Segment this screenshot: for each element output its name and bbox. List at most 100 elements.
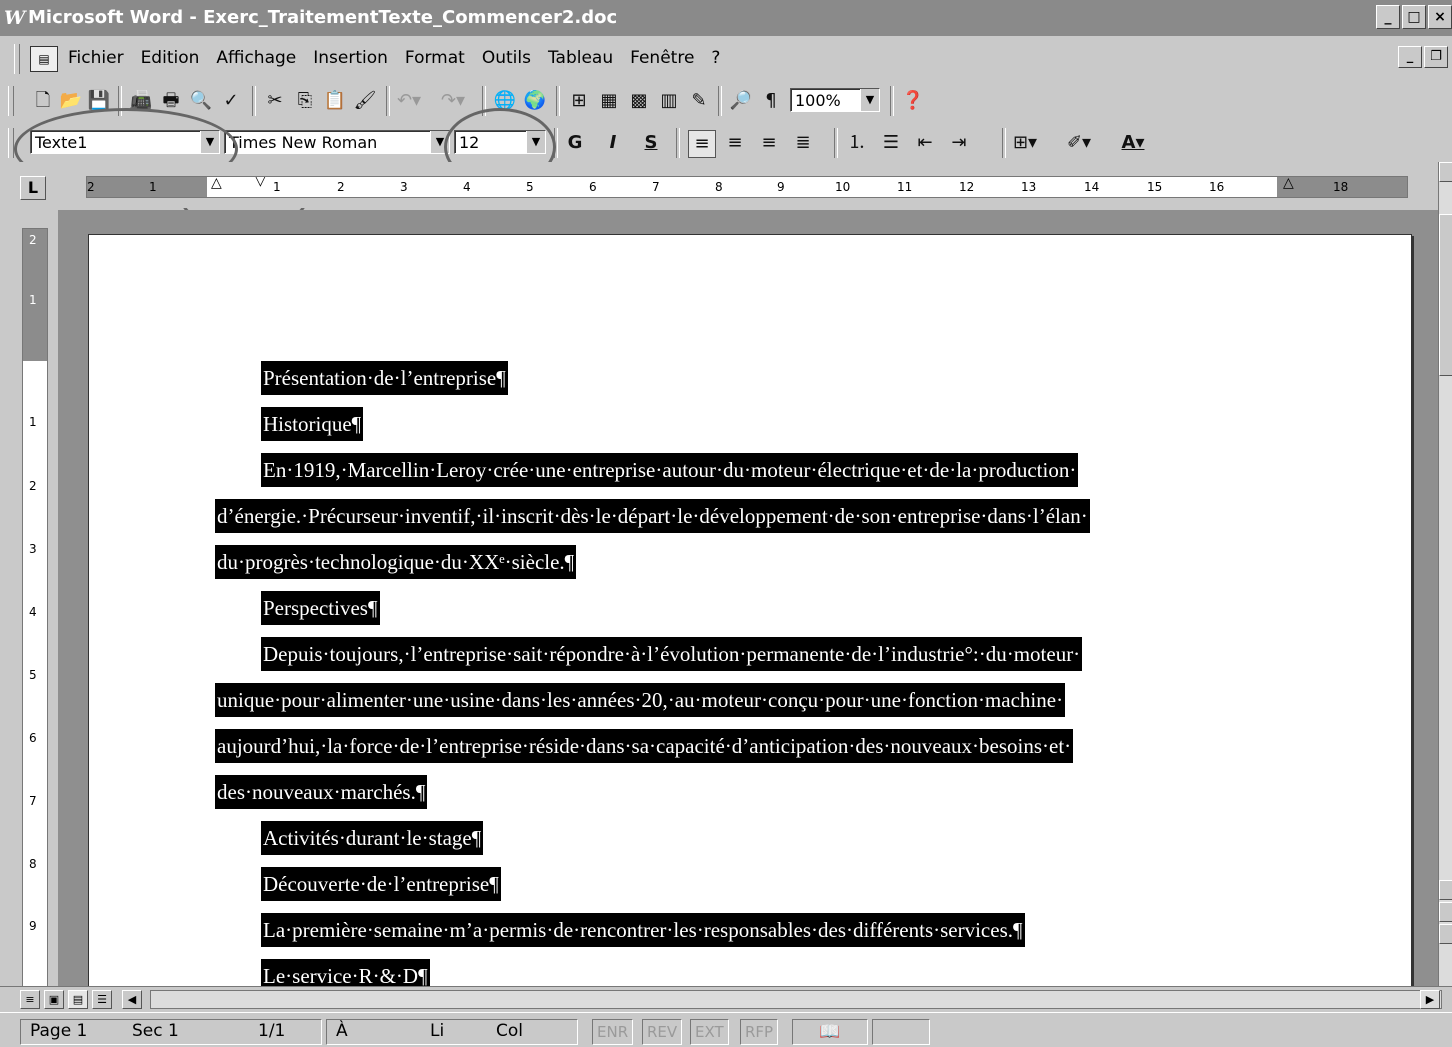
scroll-left-button[interactable]: ◀	[122, 990, 142, 1009]
scroll-up-button[interactable]	[1439, 162, 1452, 182]
selected-text[interactable]: d’énergie.·Précurseur·inventif,·il·inscr…	[215, 499, 1090, 533]
copy-icon[interactable]: ⎘	[292, 88, 318, 114]
bold-button[interactable]: G	[562, 130, 588, 156]
selected-text[interactable]: Découverte·de·l’entreprise¶	[261, 867, 501, 901]
align-center-icon[interactable]: ≡	[722, 130, 748, 156]
paragraph[interactable]: En·1919,·Marcellin·Leroy·crée·une·entrep…	[261, 453, 1079, 487]
chevron-down-icon[interactable]: ▼	[200, 131, 219, 153]
selected-text[interactable]: Historique¶	[261, 407, 364, 441]
tab-selector[interactable]: L	[20, 176, 46, 200]
close-button[interactable]: ×	[1428, 5, 1452, 29]
horizontal-scrollbar[interactable]	[150, 990, 1442, 1009]
underline-button[interactable]: S	[638, 130, 664, 156]
fax-icon[interactable]: 📠	[128, 88, 154, 114]
hyperlink-icon[interactable]: 🌐	[492, 88, 518, 114]
scroll-thumb[interactable]	[1439, 214, 1452, 376]
align-right-icon[interactable]: ≡	[756, 130, 782, 156]
status-rev[interactable]: REV	[642, 1019, 683, 1045]
hanging-indent-marker[interactable]: △	[211, 177, 222, 193]
toolbar-grip[interactable]	[8, 128, 14, 158]
borders-icon[interactable]: ⊞▾	[1012, 130, 1038, 156]
print-layout-icon[interactable]: ▤	[68, 990, 88, 1009]
paragraph[interactable]: d’énergie.·Précurseur·inventif,·il·inscr…	[215, 499, 1090, 533]
print-preview-icon[interactable]: 🔍	[188, 88, 214, 114]
paragraph[interactable]: Le·service·R·&·D¶	[261, 959, 430, 986]
web-toolbar-icon[interactable]: 🌍	[522, 88, 548, 114]
font-select[interactable]: Times New Roman ▼	[224, 130, 450, 154]
align-left-icon[interactable]: ≡	[688, 130, 716, 158]
redo-icon[interactable]: ↷▾	[440, 88, 466, 114]
doc-minimize-button[interactable]: _	[1398, 46, 1422, 68]
spelling-status-icon[interactable]: 📖	[792, 1019, 868, 1045]
paragraph[interactable]: Découverte·de·l’entreprise¶	[261, 867, 501, 901]
spelling-icon[interactable]: ✓	[218, 88, 244, 114]
font-size-select[interactable]: 12 ▼	[454, 130, 546, 154]
menu-insertion[interactable]: Insertion	[313, 48, 388, 68]
selected-text[interactable]: En·1919,·Marcellin·Leroy·crée·une·entrep…	[261, 453, 1079, 487]
paragraph[interactable]: Présentation·de·l’entreprise¶	[261, 361, 508, 395]
menu-outils[interactable]: Outils	[482, 48, 531, 68]
selected-text[interactable]: unique·pour·alimenter·une·usine·dans·les…	[215, 683, 1066, 717]
scroll-right-button[interactable]: ▶	[1420, 990, 1440, 1009]
selected-text[interactable]: Présentation·de·l’entreprise¶	[261, 361, 508, 395]
open-folder-icon[interactable]: 📂	[58, 88, 84, 114]
italic-button[interactable]: I	[600, 130, 626, 156]
show-formatting-icon[interactable]: ¶	[758, 88, 784, 114]
font-color-icon[interactable]: A▾	[1120, 130, 1146, 156]
insert-table-icon[interactable]: ▦	[596, 88, 622, 114]
zoom-select[interactable]: 100% ▼	[790, 88, 880, 112]
previous-page-button[interactable]	[1439, 880, 1452, 900]
paragraph[interactable]: unique·pour·alimenter·une·usine·dans·les…	[215, 683, 1066, 717]
menu-tableau[interactable]: Tableau	[548, 48, 613, 68]
status-rfp[interactable]: RFP	[740, 1019, 779, 1045]
paragraph[interactable]: La·première·semaine·m’a·permis·de·rencon…	[261, 913, 1025, 947]
selected-text[interactable]: La·première·semaine·m’a·permis·de·rencon…	[261, 913, 1025, 947]
paragraph[interactable]: Depuis·toujours,·l’entreprise·sait·répon…	[261, 637, 1083, 671]
selected-text[interactable]: Depuis·toujours,·l’entreprise·sait·répon…	[261, 637, 1083, 671]
document-icon[interactable]: ▤	[30, 46, 58, 72]
numbering-icon[interactable]: ⒈	[844, 130, 870, 156]
selected-text[interactable]: Perspectives¶	[261, 591, 380, 625]
normal-view-icon[interactable]: ≡	[20, 990, 40, 1009]
document-map-icon[interactable]: 🔎	[728, 88, 754, 114]
right-indent-marker[interactable]: △	[1283, 177, 1294, 193]
style-select[interactable]: Texte1 ▼	[30, 130, 220, 154]
selected-text[interactable]: aujourd’hui,·la·force·de·l’entreprise·ré…	[215, 729, 1074, 763]
selected-text[interactable]: Activités·durant·le·stage¶	[261, 821, 484, 855]
next-page-button[interactable]	[1439, 924, 1452, 944]
menu-edition[interactable]: Edition	[141, 48, 200, 68]
paragraph[interactable]: Activités·durant·le·stage¶	[261, 821, 484, 855]
save-icon[interactable]: 💾	[86, 88, 112, 114]
highlight-icon[interactable]: ✐▾	[1066, 130, 1092, 156]
doc-restore-button[interactable]: ❐	[1424, 46, 1448, 68]
status-enr[interactable]: ENR	[592, 1019, 634, 1045]
menu-grip[interactable]	[14, 44, 20, 74]
first-line-indent-marker[interactable]: ▽	[255, 177, 266, 191]
bullets-icon[interactable]: ☰	[878, 130, 904, 156]
new-document-icon[interactable]: 🗋	[30, 88, 56, 114]
paragraph[interactable]: Historique¶	[261, 407, 364, 441]
paragraph[interactable]: du·progrès·technologique·du·XXᵉ·siècle.¶	[215, 545, 577, 579]
selected-text[interactable]: des·nouveaux·marchés.¶	[215, 775, 428, 809]
columns-icon[interactable]: ▥	[656, 88, 682, 114]
document-page[interactable]: Présentation·de·l’entreprise¶ Historique…	[88, 234, 1412, 986]
vertical-ruler[interactable]: 2 1 1 2 3 4 5 6 7 8 9	[22, 228, 48, 988]
vertical-scrollbar[interactable]	[1438, 162, 1452, 986]
browse-object-button[interactable]	[1439, 902, 1452, 922]
chevron-down-icon[interactable]: ▼	[430, 131, 449, 153]
format-painter-icon[interactable]: 🖌	[352, 88, 378, 114]
selected-text[interactable]: Le·service·R·&·D¶	[261, 959, 430, 986]
toolbar-grip[interactable]	[8, 86, 14, 116]
web-layout-icon[interactable]: ▣	[44, 990, 64, 1009]
selected-text[interactable]: du·progrès·technologique·du·XXᵉ·siècle.¶	[215, 545, 577, 579]
menu-fenetre[interactable]: Fenêtre	[630, 48, 694, 68]
status-ext[interactable]: EXT	[690, 1019, 729, 1045]
increase-indent-icon[interactable]: ⇥	[946, 130, 972, 156]
undo-icon[interactable]: ↶▾	[396, 88, 422, 114]
minimize-button[interactable]: _	[1376, 5, 1400, 29]
drawing-icon[interactable]: ✎	[686, 88, 712, 114]
paragraph[interactable]: des·nouveaux·marchés.¶	[215, 775, 428, 809]
menu-affichage[interactable]: Affichage	[216, 48, 296, 68]
paragraph[interactable]: aujourd’hui,·la·force·de·l’entreprise·ré…	[215, 729, 1074, 763]
cut-icon[interactable]: ✂	[262, 88, 288, 114]
